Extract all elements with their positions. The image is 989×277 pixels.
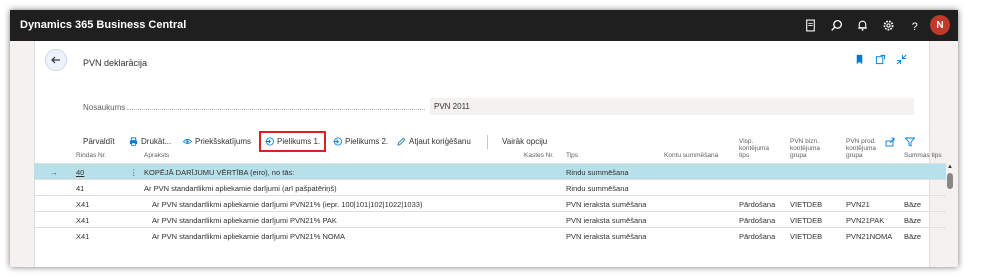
amount-type-cell[interactable]: Bāze — [904, 232, 921, 241]
amount-type-cell[interactable]: Bāze — [904, 200, 921, 209]
table-row[interactable]: X41 Ar PVN standartlikmi apliekamie darī… — [34, 211, 954, 227]
description-cell[interactable]: Ar PVN standartlikmi apliekamie darījumi… — [144, 184, 337, 193]
row-no-cell[interactable]: X41 — [76, 216, 89, 225]
bus-group-cell[interactable]: VIETDEB — [790, 232, 822, 241]
header-prod-group-line1: PVN prod. — [846, 138, 876, 145]
gear-icon[interactable] — [878, 15, 898, 35]
header-row-no[interactable]: Rindas Nr. — [76, 152, 106, 159]
header-type[interactable]: Tips — [566, 152, 578, 159]
arrow-left-icon — [51, 56, 60, 64]
type-cell[interactable]: PVN ieraksta sumēšana — [566, 200, 646, 209]
avatar[interactable]: N — [930, 15, 950, 35]
row-no-cell[interactable]: X41 — [76, 232, 89, 241]
row-menu-icon[interactable]: ⋮ — [130, 168, 138, 177]
row-no-cell[interactable]: 41 — [76, 184, 84, 193]
bookmark-icon[interactable] — [854, 54, 865, 65]
posting-type-cell[interactable]: Pārdošana — [739, 216, 775, 225]
prod-group-cell[interactable]: PVN21NOMA — [846, 232, 892, 241]
description-cell[interactable]: Ar PVN standartlikmi apliekamie darījumi… — [152, 232, 345, 241]
bus-group-cell[interactable]: VIETDEB — [790, 216, 822, 225]
scroll-up-icon[interactable]: ▲ — [947, 164, 953, 170]
table-header: Rindas Nr. Apraksts Kastes Nr. Tips Kont… — [34, 130, 954, 163]
table-row[interactable]: → 40 ⋮ KOPĒJĀ DARĪJUMU VĒRTĪBA (eiro), n… — [34, 163, 954, 179]
search-icon[interactable] — [826, 15, 846, 35]
posting-type-cell[interactable]: Pārdošana — [739, 200, 775, 209]
type-cell[interactable]: PVN ieraksta sumēšana — [566, 232, 646, 241]
open-new-window-icon[interactable] — [875, 54, 886, 65]
document-icon[interactable] — [800, 15, 820, 35]
field-separator — [127, 109, 425, 110]
top-icons: ? N — [800, 15, 950, 35]
header-bus-group-line1: PVN bizn. — [790, 138, 819, 145]
header-box-no[interactable]: Kastes Nr. — [524, 152, 554, 159]
app-title[interactable]: Dynamics 365 Business Central — [20, 19, 186, 31]
collapse-icon[interactable] — [896, 54, 907, 65]
posting-type-cell[interactable]: Pārdošana — [739, 232, 775, 241]
prod-group-cell[interactable]: PVN21PAK — [846, 216, 884, 225]
prod-group-cell[interactable]: PVN21 — [846, 200, 870, 209]
back-button[interactable] — [45, 49, 67, 71]
amount-type-cell[interactable]: Bāze — [904, 216, 921, 225]
header-account-totaling[interactable]: Kontu summēšana — [664, 152, 718, 159]
type-cell[interactable]: PVN ieraksta sumēšana — [566, 216, 646, 225]
name-field[interactable]: PVN 2011 — [430, 98, 914, 115]
header-prod-group[interactable]: PVN prod. kontējuma grupa — [846, 138, 876, 159]
scrollbar-thumb[interactable] — [947, 173, 953, 189]
help-icon[interactable]: ? — [904, 15, 924, 35]
header-posting-type-line3: tips — [739, 152, 750, 159]
bell-icon[interactable] — [852, 15, 872, 35]
description-cell[interactable]: Ar PVN standartlikmi apliekamie darījumi… — [152, 216, 337, 225]
top-bar: Dynamics 365 Business Central ? N — [10, 10, 958, 41]
app-window: Dynamics 365 Business Central ? N PVN de… — [10, 10, 958, 267]
page-title: PVN deklarācija — [83, 58, 148, 68]
description-cell[interactable]: KOPĒJĀ DARĪJUMU VĒRTĪBA (eiro), no tās: — [144, 168, 294, 177]
header-description[interactable]: Apraksts — [144, 152, 169, 159]
type-cell[interactable]: Rindu summēšana — [566, 168, 629, 177]
header-bus-group-line3: grupa — [790, 152, 807, 159]
bus-group-cell[interactable]: VIETDEB — [790, 200, 822, 209]
header-prod-group-line3: grupa — [846, 152, 863, 159]
row-no-cell[interactable]: 40 — [76, 168, 84, 177]
table-row[interactable]: 41 Ar PVN standartlikmi apliekamie darīj… — [34, 179, 954, 195]
header-amount-type[interactable]: Summas tips — [904, 152, 942, 159]
header-bus-group-line2: kontējuma — [790, 145, 820, 152]
header-posting-type-line1: Visp. — [739, 138, 754, 145]
type-cell[interactable]: Rindu summēšana — [566, 184, 629, 193]
name-field-label: Nosaukums — [83, 103, 126, 112]
table-row[interactable]: X41 Ar PVN standartlikmi apliekamie darī… — [34, 227, 954, 243]
header-posting-type[interactable]: Visp. kontējuma tips — [739, 138, 769, 159]
row-selected-arrow-icon: → — [50, 168, 58, 177]
description-cell[interactable]: Ar PVN standartlikmi apliekamie darījumi… — [152, 200, 422, 209]
svg-text:?: ? — [911, 20, 917, 31]
row-no-cell[interactable]: X41 — [76, 200, 89, 209]
table-row[interactable]: X41 Ar PVN standartlikmi apliekamie darī… — [34, 195, 954, 211]
header-prod-group-line2: kontējuma — [846, 145, 876, 152]
header-bus-group[interactable]: PVN bizn. kontējuma grupa — [790, 138, 820, 159]
header-posting-type-line2: kontējuma — [739, 145, 769, 152]
header-actions — [854, 54, 907, 65]
